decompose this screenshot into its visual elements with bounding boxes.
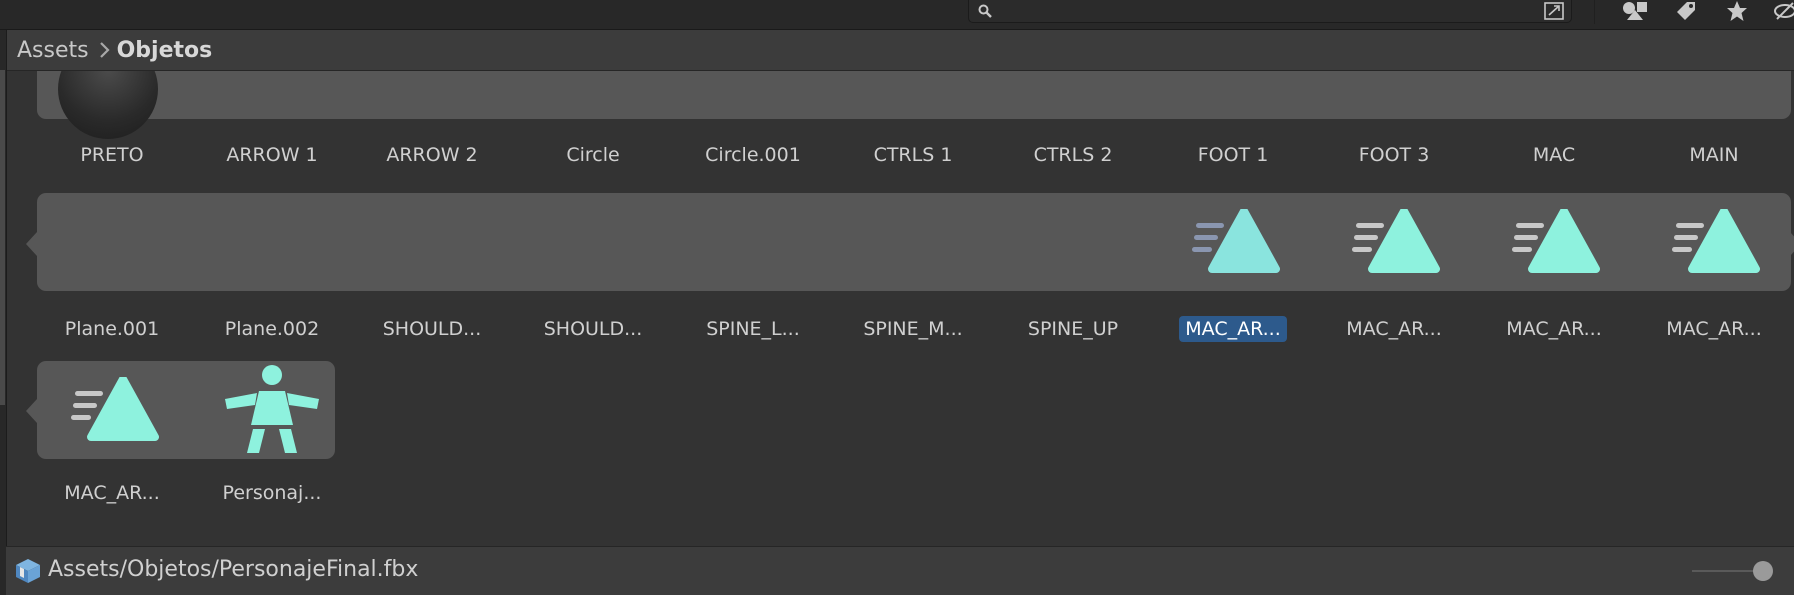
asset-label[interactable]: CTRLS 2 xyxy=(998,143,1148,167)
collapse-left-icon[interactable] xyxy=(26,232,37,256)
asset-label[interactable]: SPINE_M... xyxy=(838,317,988,341)
chevron-right-icon xyxy=(99,41,111,59)
selected-label-text: MAC_AR... xyxy=(1179,316,1287,342)
sub-asset-group xyxy=(37,71,1791,119)
asset-label[interactable]: FOOT 3 xyxy=(1319,143,1469,167)
breadcrumb-assets[interactable]: Assets xyxy=(7,38,89,63)
asset-label[interactable]: SPINE_UP xyxy=(998,317,1148,341)
asset-label[interactable]: MAC xyxy=(1479,143,1629,167)
animation-clip-icon[interactable] xyxy=(1190,209,1280,275)
asset-label[interactable]: ARROW 2 xyxy=(357,143,507,167)
asset-label[interactable]: FOOT 1 xyxy=(1158,143,1308,167)
asset-label[interactable]: ARROW 1 xyxy=(197,143,347,167)
animation-clip-icon[interactable] xyxy=(69,377,159,443)
zoom-slider-thumb[interactable] xyxy=(1753,561,1773,581)
breadcrumb-current[interactable]: Objetos xyxy=(117,38,213,63)
breadcrumb: Assets Objetos xyxy=(7,30,1794,71)
toolbar xyxy=(0,0,1794,30)
filter-by-type-icon[interactable] xyxy=(1620,0,1650,22)
search-field[interactable] xyxy=(968,0,1572,23)
search-icon xyxy=(977,3,993,23)
asset-label[interactable]: CTRLS 1 xyxy=(838,143,988,167)
asset-label[interactable]: MAC_AR... xyxy=(1319,317,1469,341)
asset-label[interactable]: PRETO xyxy=(37,143,187,167)
status-path: Assets/Objetos/PersonajeFinal.fbx xyxy=(48,557,419,582)
asset-label[interactable]: Personaj... xyxy=(197,481,347,505)
avatar-icon[interactable] xyxy=(221,365,323,455)
star-icon[interactable] xyxy=(1722,0,1752,22)
toolbar-separator xyxy=(1594,0,1595,24)
asset-label[interactable]: SPINE_L... xyxy=(678,317,828,341)
asset-label[interactable]: Circle.001 xyxy=(678,143,828,167)
animation-clip-icon[interactable] xyxy=(1670,209,1760,275)
expand-right-icon[interactable] xyxy=(1790,232,1794,256)
animation-clip-icon[interactable] xyxy=(1510,209,1600,275)
asset-label[interactable]: SHOULD... xyxy=(357,317,507,341)
package-icon xyxy=(15,558,41,588)
eye-slash-icon[interactable] xyxy=(1770,0,1794,22)
asset-label[interactable]: MAC_AR... xyxy=(1639,317,1789,341)
collapse-left-icon[interactable] xyxy=(26,399,37,423)
asset-label-selected[interactable]: MAC_AR... xyxy=(1158,316,1308,342)
sphere-preview xyxy=(58,71,158,139)
asset-label[interactable]: MAIN xyxy=(1639,143,1789,167)
status-bar: Assets/Objetos/PersonajeFinal.fbx xyxy=(6,546,1794,595)
asset-label[interactable]: SHOULD... xyxy=(518,317,668,341)
asset-label[interactable]: MAC_AR... xyxy=(37,481,187,505)
tag-icon[interactable] xyxy=(1670,0,1700,22)
asset-label[interactable]: MAC_AR... xyxy=(1479,317,1629,341)
search-input[interactable] xyxy=(999,1,1523,21)
asset-grid: PRETO ARROW 1 ARROW 2 Circle Circle.001 … xyxy=(7,71,1794,546)
expand-icon[interactable] xyxy=(1543,1,1565,25)
asset-label[interactable]: Circle xyxy=(518,143,668,167)
asset-label[interactable]: Plane.002 xyxy=(197,317,347,341)
scrollbar-thumb[interactable] xyxy=(0,70,5,405)
animation-clip-icon[interactable] xyxy=(1350,209,1440,275)
project-browser: Assets Objetos PRETO ARROW 1 ARROW 2 Cir… xyxy=(6,30,1794,546)
asset-label[interactable]: Plane.001 xyxy=(37,317,187,341)
